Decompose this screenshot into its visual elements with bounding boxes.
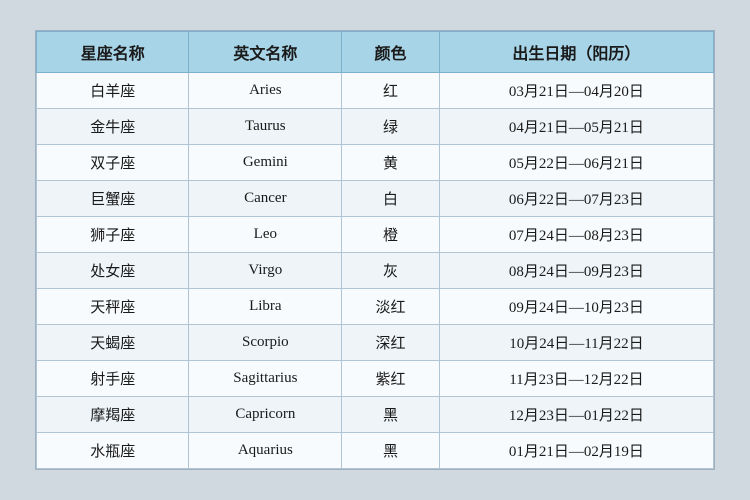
cell-english-name: Virgo — [189, 253, 342, 289]
cell-dates: 03月21日—04月20日 — [439, 73, 713, 109]
cell-chinese-name: 金牛座 — [37, 109, 189, 145]
cell-color: 淡红 — [342, 289, 440, 325]
cell-dates: 12月23日—01月22日 — [439, 397, 713, 433]
cell-chinese-name: 摩羯座 — [37, 397, 189, 433]
table-row: 双子座Gemini黄05月22日—06月21日 — [37, 145, 714, 181]
header-english-name: 英文名称 — [189, 32, 342, 73]
cell-dates: 06月22日—07月23日 — [439, 181, 713, 217]
cell-dates: 11月23日—12月22日 — [439, 361, 713, 397]
cell-english-name: Leo — [189, 217, 342, 253]
cell-color: 灰 — [342, 253, 440, 289]
cell-color: 黑 — [342, 433, 440, 469]
table-row: 射手座Sagittarius紫红11月23日—12月22日 — [37, 361, 714, 397]
table-row: 天秤座Libra淡红09月24日—10月23日 — [37, 289, 714, 325]
cell-color: 绿 — [342, 109, 440, 145]
cell-english-name: Libra — [189, 289, 342, 325]
cell-english-name: Gemini — [189, 145, 342, 181]
cell-color: 黑 — [342, 397, 440, 433]
header-dates: 出生日期（阳历） — [439, 32, 713, 73]
cell-chinese-name: 双子座 — [37, 145, 189, 181]
table-row: 处女座Virgo灰08月24日—09月23日 — [37, 253, 714, 289]
table-row: 白羊座Aries红03月21日—04月20日 — [37, 73, 714, 109]
cell-dates: 09月24日—10月23日 — [439, 289, 713, 325]
table-row: 水瓶座Aquarius黑01月21日—02月19日 — [37, 433, 714, 469]
cell-english-name: Sagittarius — [189, 361, 342, 397]
cell-english-name: Aquarius — [189, 433, 342, 469]
cell-color: 黄 — [342, 145, 440, 181]
zodiac-table: 星座名称 英文名称 颜色 出生日期（阳历） 白羊座Aries红03月21日—04… — [36, 31, 714, 469]
cell-color: 橙 — [342, 217, 440, 253]
table-row: 摩羯座Capricorn黑12月23日—01月22日 — [37, 397, 714, 433]
cell-chinese-name: 白羊座 — [37, 73, 189, 109]
cell-color: 紫红 — [342, 361, 440, 397]
cell-english-name: Scorpio — [189, 325, 342, 361]
cell-dates: 10月24日—11月22日 — [439, 325, 713, 361]
cell-dates: 04月21日—05月21日 — [439, 109, 713, 145]
cell-english-name: Cancer — [189, 181, 342, 217]
table-row: 狮子座Leo橙07月24日—08月23日 — [37, 217, 714, 253]
cell-english-name: Aries — [189, 73, 342, 109]
cell-dates: 01月21日—02月19日 — [439, 433, 713, 469]
table-row: 天蝎座Scorpio深红10月24日—11月22日 — [37, 325, 714, 361]
cell-color: 深红 — [342, 325, 440, 361]
cell-chinese-name: 天蝎座 — [37, 325, 189, 361]
cell-color: 白 — [342, 181, 440, 217]
table-body: 白羊座Aries红03月21日—04月20日金牛座Taurus绿04月21日—0… — [37, 73, 714, 469]
cell-dates: 07月24日—08月23日 — [439, 217, 713, 253]
table-row: 金牛座Taurus绿04月21日—05月21日 — [37, 109, 714, 145]
cell-english-name: Capricorn — [189, 397, 342, 433]
cell-chinese-name: 巨蟹座 — [37, 181, 189, 217]
zodiac-table-container: 星座名称 英文名称 颜色 出生日期（阳历） 白羊座Aries红03月21日—04… — [35, 30, 715, 470]
cell-dates: 05月22日—06月21日 — [439, 145, 713, 181]
cell-chinese-name: 狮子座 — [37, 217, 189, 253]
cell-english-name: Taurus — [189, 109, 342, 145]
cell-chinese-name: 射手座 — [37, 361, 189, 397]
table-row: 巨蟹座Cancer白06月22日—07月23日 — [37, 181, 714, 217]
cell-chinese-name: 水瓶座 — [37, 433, 189, 469]
cell-color: 红 — [342, 73, 440, 109]
table-header-row: 星座名称 英文名称 颜色 出生日期（阳历） — [37, 32, 714, 73]
cell-dates: 08月24日—09月23日 — [439, 253, 713, 289]
header-chinese-name: 星座名称 — [37, 32, 189, 73]
header-color: 颜色 — [342, 32, 440, 73]
cell-chinese-name: 处女座 — [37, 253, 189, 289]
cell-chinese-name: 天秤座 — [37, 289, 189, 325]
